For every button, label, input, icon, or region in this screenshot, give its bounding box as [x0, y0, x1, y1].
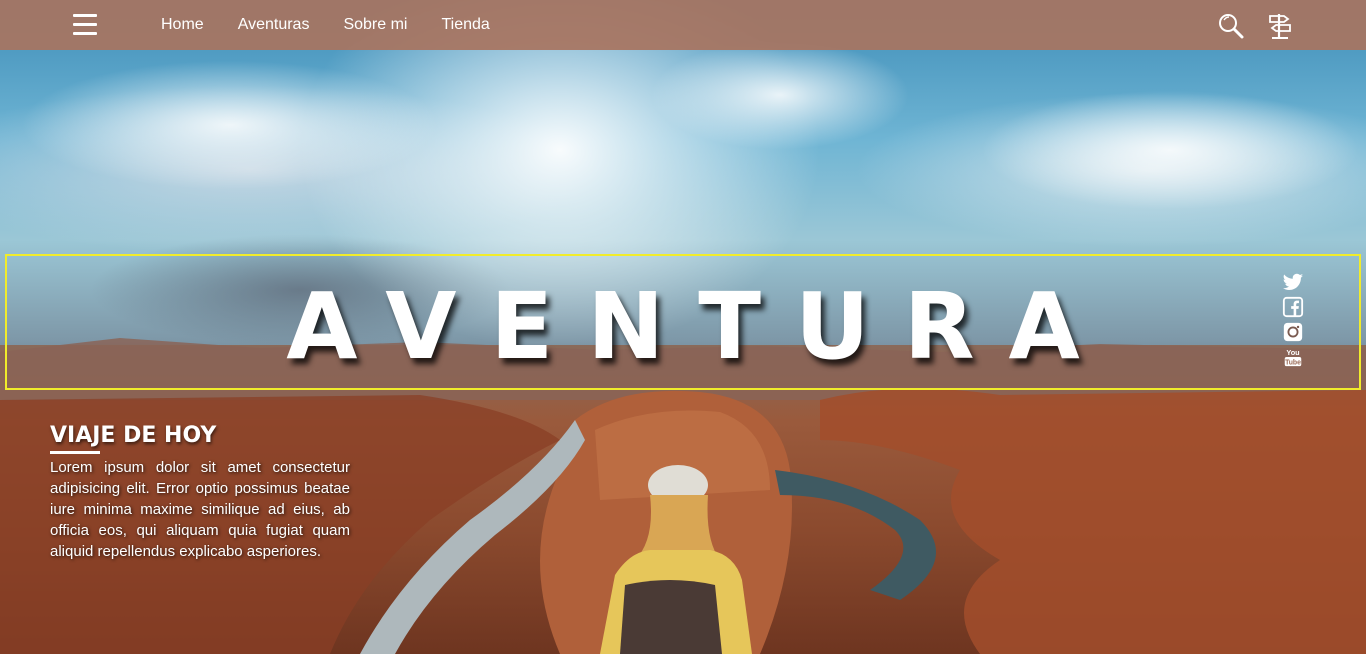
twitter-icon[interactable] [1282, 271, 1304, 293]
nav-link-sobre-mi[interactable]: Sobre mi [343, 16, 407, 34]
youtube-icon[interactable]: You Tube [1282, 346, 1304, 368]
top-navbar: Home Aventuras Sobre mi Tienda [0, 0, 1366, 50]
nav-link-home[interactable]: Home [161, 16, 204, 34]
nav-links: Home Aventuras Sobre mi Tienda [161, 0, 524, 50]
search-icon[interactable] [1217, 12, 1245, 40]
nav-link-aventuras[interactable]: Aventuras [238, 16, 310, 34]
signpost-icon[interactable] [1266, 12, 1294, 40]
youtube-icon-label-top: You [1286, 348, 1299, 357]
instagram-icon[interactable] [1282, 321, 1304, 343]
todays-trip-article: VIAJE DE HOY Lorem ipsum dolor sit amet … [50, 420, 350, 562]
hamburger-icon[interactable] [73, 14, 97, 36]
hero-title: AVENTURA [286, 273, 1114, 380]
article-heading: VIAJE DE HOY [50, 423, 217, 448]
facebook-icon[interactable] [1282, 296, 1304, 318]
social-links: You Tube [1282, 271, 1306, 371]
youtube-icon-label-bottom: Tube [1285, 359, 1301, 366]
article-body: Lorem ipsum dolor sit amet consectetur a… [50, 459, 350, 560]
nav-link-tienda[interactable]: Tienda [441, 16, 489, 34]
